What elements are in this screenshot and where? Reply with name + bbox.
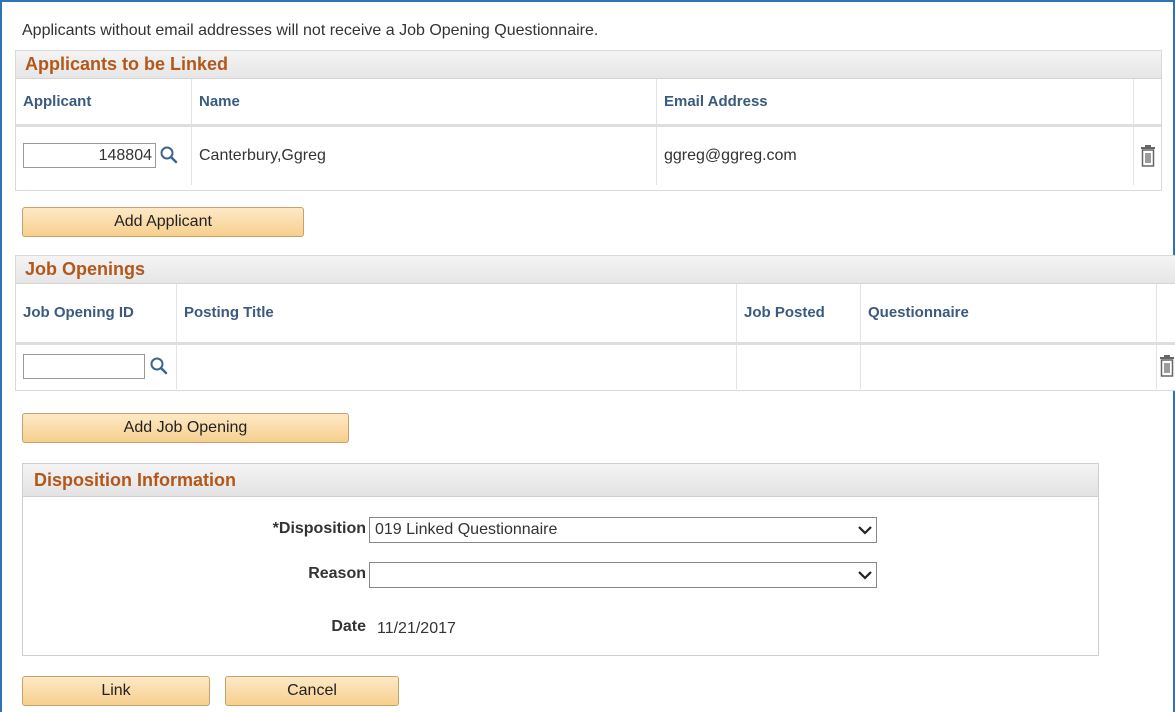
disposition-section: Disposition Information *Disposition 019…: [22, 463, 1099, 656]
applicants-header-row: Applicant Name Email Address: [16, 79, 1161, 127]
add-job-opening-button[interactable]: Add Job Opening: [22, 413, 349, 443]
col-delete: [1156, 284, 1175, 342]
add-applicant-button[interactable]: Add Applicant: [22, 207, 304, 237]
job-opening-id-input[interactable]: [23, 354, 145, 379]
email-cell: ggreg@ggreg.com: [656, 127, 1134, 185]
chevron-down-icon: [858, 571, 872, 580]
col-posting-title: Posting Title: [176, 284, 736, 342]
col-job-opening-id: Job Opening ID: [23, 304, 134, 321]
col-delete: [1133, 79, 1161, 124]
job-openings-header-row: Job Opening ID Posting Title Job Posted …: [16, 284, 1175, 345]
email-notice: Applicants without email addresses will …: [22, 22, 599, 39]
reason-label: Reason: [308, 565, 366, 582]
applicant-cell: [16, 127, 191, 185]
table-row: Canterbury,Ggreg ggreg@ggreg.com: [16, 127, 1161, 185]
job-openings-grid-title: Job Openings: [16, 256, 1175, 284]
applicants-grid: Applicants to be Linked Applicant Name E…: [15, 50, 1162, 191]
reason-select[interactable]: [369, 562, 877, 588]
delete-cell: [1133, 127, 1161, 185]
applicant-email: ggreg@ggreg.com: [664, 147, 797, 164]
col-name: Name: [191, 79, 656, 124]
job-opening-id-cell: [16, 345, 176, 389]
applicant-name: Canterbury,Ggreg: [199, 147, 326, 164]
col-email: Email Address: [656, 79, 1134, 124]
chevron-down-icon: [858, 526, 872, 535]
questionnaire-cell: [860, 345, 1156, 389]
job-openings-grid: Job Openings Job Opening ID Posting Titl…: [15, 255, 1175, 391]
job-posted-cell: [736, 345, 860, 389]
delete-cell: [1156, 345, 1175, 389]
link-button[interactable]: Link: [22, 676, 210, 706]
magnifier-icon[interactable]: [159, 145, 179, 165]
trash-icon[interactable]: [1159, 355, 1175, 377]
date-label: Date: [331, 618, 366, 635]
col-job-posted: Job Posted: [736, 284, 860, 342]
posting-title-cell: [176, 345, 736, 389]
table-row: [16, 345, 1175, 389]
disposition-select[interactable]: 019 Linked Questionnaire: [369, 517, 877, 543]
applicants-grid-title: Applicants to be Linked: [16, 51, 1161, 79]
magnifier-icon[interactable]: [149, 356, 169, 376]
disposition-selected-value: 019 Linked Questionnaire: [375, 521, 558, 538]
date-value: 11/21/2017: [377, 620, 456, 637]
disposition-label: *Disposition: [272, 520, 366, 537]
name-cell: Canterbury,Ggreg: [191, 127, 656, 185]
col-questionnaire: Questionnaire: [860, 284, 1156, 342]
applicant-id-input[interactable]: [23, 143, 156, 168]
window-frame-left: [0, 0, 2, 712]
disposition-section-title: Disposition Information: [23, 464, 1098, 497]
cancel-button[interactable]: Cancel: [225, 676, 399, 706]
trash-icon[interactable]: [1140, 145, 1156, 167]
window-frame-top: [0, 0, 1175, 2]
col-applicant: Applicant: [23, 93, 92, 110]
